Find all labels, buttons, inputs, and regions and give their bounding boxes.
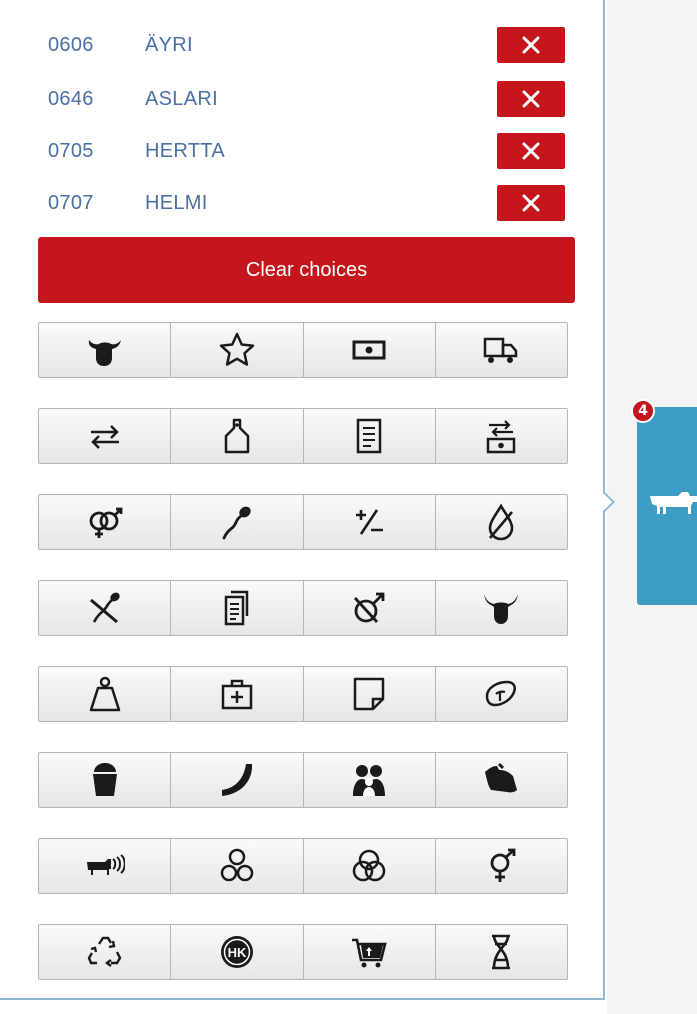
no-male-icon[interactable] (302, 580, 436, 636)
meat-cut-icon[interactable] (434, 666, 568, 722)
bull-head-icon[interactable] (434, 580, 568, 636)
action-icon-grid: HK (38, 322, 568, 1010)
clear-choices-button[interactable]: Clear choices (38, 237, 575, 303)
money-exchange-icon[interactable] (434, 408, 568, 464)
hk-logo-text: HK (227, 945, 246, 960)
remove-selection-button[interactable] (497, 27, 565, 63)
family-icon[interactable] (302, 752, 436, 808)
animal-number[interactable]: 0707 (48, 192, 94, 215)
remove-selection-button[interactable] (497, 133, 565, 169)
no-drop-icon[interactable] (434, 494, 568, 550)
cow-signal-icon[interactable] (38, 838, 172, 894)
cow-head-icon[interactable] (38, 322, 172, 378)
truck-icon[interactable] (434, 322, 568, 378)
milk-bucket-icon[interactable] (38, 752, 172, 808)
ear-tag-icon[interactable] (170, 408, 304, 464)
calving-icon[interactable] (434, 752, 568, 808)
plus-minus-icon[interactable] (302, 494, 436, 550)
venn-circles-icon[interactable] (302, 838, 436, 894)
cow-icon (650, 492, 697, 514)
dna-icon[interactable] (434, 924, 568, 980)
document-icon[interactable] (302, 408, 436, 464)
animal-number[interactable]: 0646 (48, 88, 94, 111)
gender-symbols-icon[interactable] (38, 494, 172, 550)
documents-icon[interactable] (170, 580, 304, 636)
weight-icon[interactable] (38, 666, 172, 722)
close-icon (522, 90, 540, 108)
close-icon (522, 142, 540, 160)
selection-panel: 0606 ÄYRI 0646 ASLARI 0705 HERTTA 0707 H… (0, 0, 605, 1000)
selected-animal-row: 0606 ÄYRI (48, 27, 566, 63)
note-icon[interactable] (302, 666, 436, 722)
first-aid-icon[interactable] (170, 666, 304, 722)
selected-animal-row: 0707 HELMI (48, 185, 566, 221)
selection-count-badge: 4 (631, 399, 655, 423)
no-insemination-icon[interactable] (38, 580, 172, 636)
close-icon (522, 36, 540, 54)
star-icon[interactable] (170, 322, 304, 378)
money-icon[interactable] (302, 322, 436, 378)
animal-name[interactable]: ASLARI (145, 88, 218, 111)
hermaphrodite-icon[interactable] (434, 838, 568, 894)
recycle-icon[interactable] (38, 924, 172, 980)
cart-icon[interactable] (302, 924, 436, 980)
animal-name[interactable]: ÄYRI (145, 34, 193, 57)
hk-logo-icon[interactable]: HK (170, 924, 304, 980)
animal-name[interactable]: HELMI (145, 192, 208, 215)
group-circles-icon[interactable] (170, 838, 304, 894)
animal-name[interactable]: HERTTA (145, 140, 225, 163)
horn-icon[interactable] (170, 752, 304, 808)
remove-selection-button[interactable] (497, 81, 565, 117)
close-icon (522, 194, 540, 212)
animal-number[interactable]: 0705 (48, 140, 94, 163)
remove-selection-button[interactable] (497, 185, 565, 221)
sperm-icon[interactable] (170, 494, 304, 550)
selected-animal-row: 0646 ASLARI (48, 81, 566, 117)
selected-animal-row: 0705 HERTTA (48, 133, 566, 169)
swap-arrows-icon[interactable] (38, 408, 172, 464)
animal-number[interactable]: 0606 (48, 34, 94, 57)
